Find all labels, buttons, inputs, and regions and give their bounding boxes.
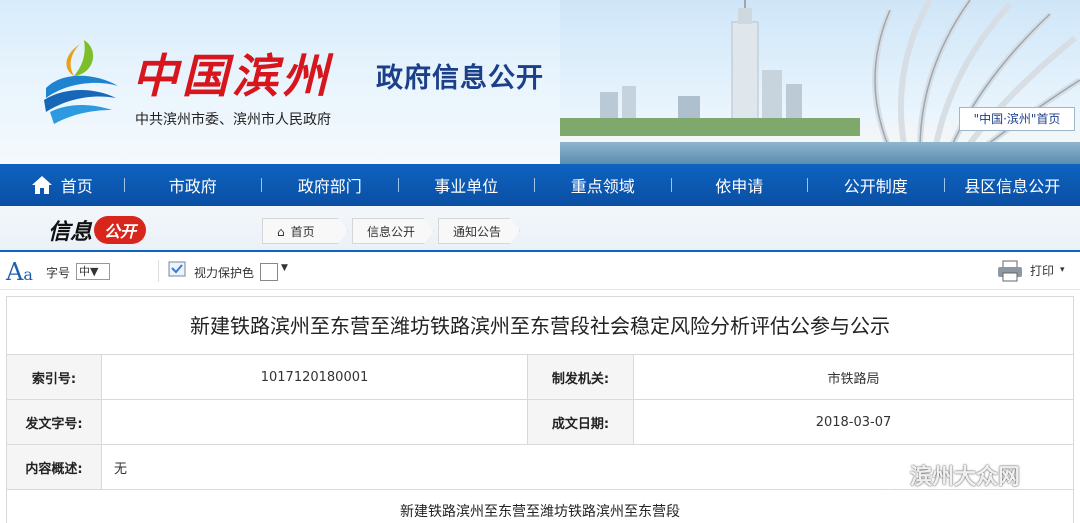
watermark: 滨州大众网	[862, 458, 1020, 492]
nav-item-disclosure-rules[interactable]: 公开制度	[808, 164, 944, 206]
section-title: 政府信息公开	[376, 63, 544, 94]
binzhou-logo-icon	[44, 40, 118, 124]
index-number-label: 索引号:	[7, 355, 102, 399]
nav-item-label: 县区信息公开	[964, 177, 1061, 196]
nav-item-label: 依申请	[715, 177, 764, 196]
eye-protection-icon	[168, 261, 186, 277]
nav-item-label: 政府部门	[297, 177, 362, 196]
breadcrumb-label: 首页	[290, 225, 315, 239]
table-row: 发文字号: 成文日期: 2018-03-07	[7, 400, 1073, 445]
site-subtitle: 中共滨州市委、滨州市人民政府	[135, 112, 331, 128]
index-number-value: 1017120180001	[102, 355, 528, 399]
site-banner: 中国滨州 中共滨州市委、滨州市人民政府 政府信息公开 "中国·滨州"首页	[0, 0, 1080, 164]
river	[560, 142, 1080, 164]
nav-item-public-institutions[interactable]: 事业单位	[399, 164, 535, 206]
written-date-label: 成文日期:	[528, 400, 634, 444]
issuing-agency-label: 制发机关:	[528, 355, 634, 399]
document-body-text: 新建铁路滨州至东营至潍坊铁路滨州至东营段	[400, 504, 680, 520]
breadcrumb: ⌂ 首页 信息公开 通知公告	[262, 218, 524, 244]
watermark-text: 滨州大众网	[910, 465, 1021, 490]
toolbar-divider	[158, 260, 159, 282]
written-date-value: 2018-03-07	[815, 414, 892, 430]
wechat-icon	[862, 459, 904, 490]
city-skyline-image	[560, 0, 1080, 153]
nav-item-departments[interactable]: 政府部门	[262, 164, 398, 206]
print-label[interactable]: 打印	[1030, 262, 1054, 279]
nav-item-home[interactable]: 首页	[0, 164, 124, 206]
nav-item-on-request[interactable]: 依申请	[672, 164, 808, 206]
nav-item-key-areas[interactable]: 重点领域	[535, 164, 671, 206]
logo-badge: 公开	[94, 216, 147, 244]
font-size-icon: Aa	[6, 258, 33, 286]
nav-item-label: 重点领域	[570, 177, 635, 196]
nav-item-label: 市政府	[168, 177, 217, 196]
nav-item-label: 首页	[60, 177, 93, 196]
breadcrumb-info-disclosure[interactable]: 信息公开	[352, 218, 434, 244]
breadcrumb-home[interactable]: ⌂ 首页	[262, 218, 348, 244]
nav-item-county-disclosure[interactable]: 县区信息公开	[945, 164, 1080, 206]
china-binzhou-home-link[interactable]: "中国·滨州"首页	[959, 107, 1075, 131]
logo-text: 信息	[48, 219, 93, 245]
nav-item-label: 事业单位	[434, 177, 499, 196]
eye-protection-label: 视力保护色	[194, 266, 255, 280]
font-size-label: 字号	[46, 266, 71, 280]
document-number-value	[102, 400, 528, 444]
article-toolbar: Aa 字号 中▼ 视力保护色 ▼ 打印 ▾	[0, 252, 1080, 290]
font-size-select[interactable]: 中▼	[76, 263, 110, 280]
home-icon	[31, 176, 52, 194]
breadcrumb-label: 信息公开	[367, 225, 416, 239]
chevron-down-icon[interactable]: ▼	[281, 263, 288, 273]
nav-item-city-government[interactable]: 市政府	[125, 164, 262, 206]
document-title: 新建铁路滨州至东营至潍坊铁路滨州至东营段社会稳定风险分析评估公参与公示	[7, 297, 1073, 355]
info-disclosure-logo: 信息 公开	[48, 214, 147, 246]
breadcrumb-bar: 信息 公开 ⌂ 首页 信息公开 通知公告	[0, 206, 1080, 252]
issuing-agency-value: 市铁路局	[827, 371, 880, 387]
printer-icon[interactable]	[996, 260, 1024, 282]
document-number-label: 发文字号:	[7, 400, 102, 444]
breadcrumb-label: 通知公告	[453, 225, 502, 239]
site-title: 中国滨州	[132, 49, 332, 103]
print-chevron-icon[interactable]: ▾	[1060, 265, 1065, 275]
summary-label: 内容概述:	[7, 445, 102, 489]
nav-item-label: 公开制度	[843, 177, 908, 196]
eye-protection-color-picker[interactable]	[260, 263, 278, 281]
home-outline-icon: ⌂	[277, 225, 285, 239]
breadcrumb-notices[interactable]: 通知公告	[438, 218, 520, 244]
table-row: 索引号: 1017120180001 制发机关: 市铁路局	[7, 355, 1073, 400]
main-nav: 首页 市政府 政府部门 事业单位 重点领域 依申请 公开制度 县区信息公开	[0, 164, 1080, 206]
